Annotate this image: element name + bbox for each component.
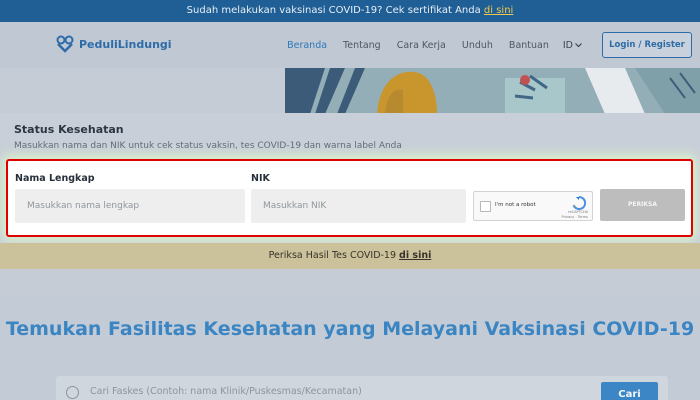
test-result-link[interactable]: di sini (399, 250, 431, 261)
recaptcha-text: I'm not a robot (495, 202, 536, 208)
language-selector[interactable]: ID (557, 40, 588, 51)
hero-illustration-graphic (285, 68, 700, 114)
test-result-text: Periksa Hasil Tes COVID-19 (268, 250, 400, 261)
login-register-button[interactable]: Login / Register (602, 32, 692, 58)
certificate-link[interactable]: di sini (484, 5, 513, 16)
status-check-form: Nama Lengkap Masukkan nama lengkap NIK M… (6, 159, 693, 237)
heart-logo-icon (55, 34, 75, 54)
chevron-down-icon (575, 42, 582, 47)
nav-tentang[interactable]: Tentang (335, 40, 389, 51)
recaptcha-checkbox[interactable] (480, 201, 491, 212)
name-input[interactable]: Masukkan nama lengkap (15, 189, 245, 223)
hero-illustration (285, 68, 700, 114)
main-navigation: PeduliLindungi Beranda Tentang Cara Kerj… (0, 22, 700, 68)
facility-search-bar: Cari Faskes (Contoh: nama Klinik/Puskesm… (56, 376, 668, 400)
nik-input[interactable]: Masukkan NIK (251, 189, 466, 223)
recaptcha-links[interactable]: Privacy - Terms (562, 215, 588, 220)
nav-beranda[interactable]: Beranda (279, 40, 335, 51)
language-label: ID (562, 39, 573, 51)
logo[interactable]: PeduliLindungi (55, 34, 172, 54)
facility-section: Temukan Fasilitas Kesehatan yang Melayan… (0, 296, 700, 400)
top-announcement-bar: Sudah melakukan vaksinasi COVID-19? Cek … (0, 0, 700, 22)
check-button[interactable]: PERIKSA (600, 189, 685, 221)
status-subtitle: Masukkan nama dan NIK untuk cek status v… (14, 141, 402, 151)
search-icon (66, 386, 79, 399)
announcement-text: Sudah melakukan vaksinasi COVID-19? Cek … (186, 5, 484, 16)
logo-text: PeduliLindungi (79, 37, 172, 51)
search-button[interactable]: Cari (601, 382, 658, 400)
nav-unduh[interactable]: Unduh (454, 40, 501, 51)
facility-search-input[interactable]: Cari Faskes (Contoh: nama Klinik/Puskesm… (90, 386, 362, 397)
recaptcha-logo-icon (572, 196, 586, 210)
status-title: Status Kesehatan (14, 123, 124, 136)
facility-title: Temukan Fasilitas Kesehatan yang Melayan… (5, 318, 695, 340)
nav-bantuan[interactable]: Bantuan (501, 40, 557, 51)
recaptcha-widget: I'm not a robot reCAPTCHA Privacy - Term… (473, 191, 593, 221)
recaptcha-brand: reCAPTCHA Privacy - Terms (562, 210, 588, 219)
nik-label: NIK (251, 173, 270, 184)
nav-cara-kerja[interactable]: Cara Kerja (389, 40, 454, 51)
name-label: Nama Lengkap (15, 173, 95, 184)
test-result-banner: Periksa Hasil Tes COVID-19 di sini (0, 243, 700, 269)
